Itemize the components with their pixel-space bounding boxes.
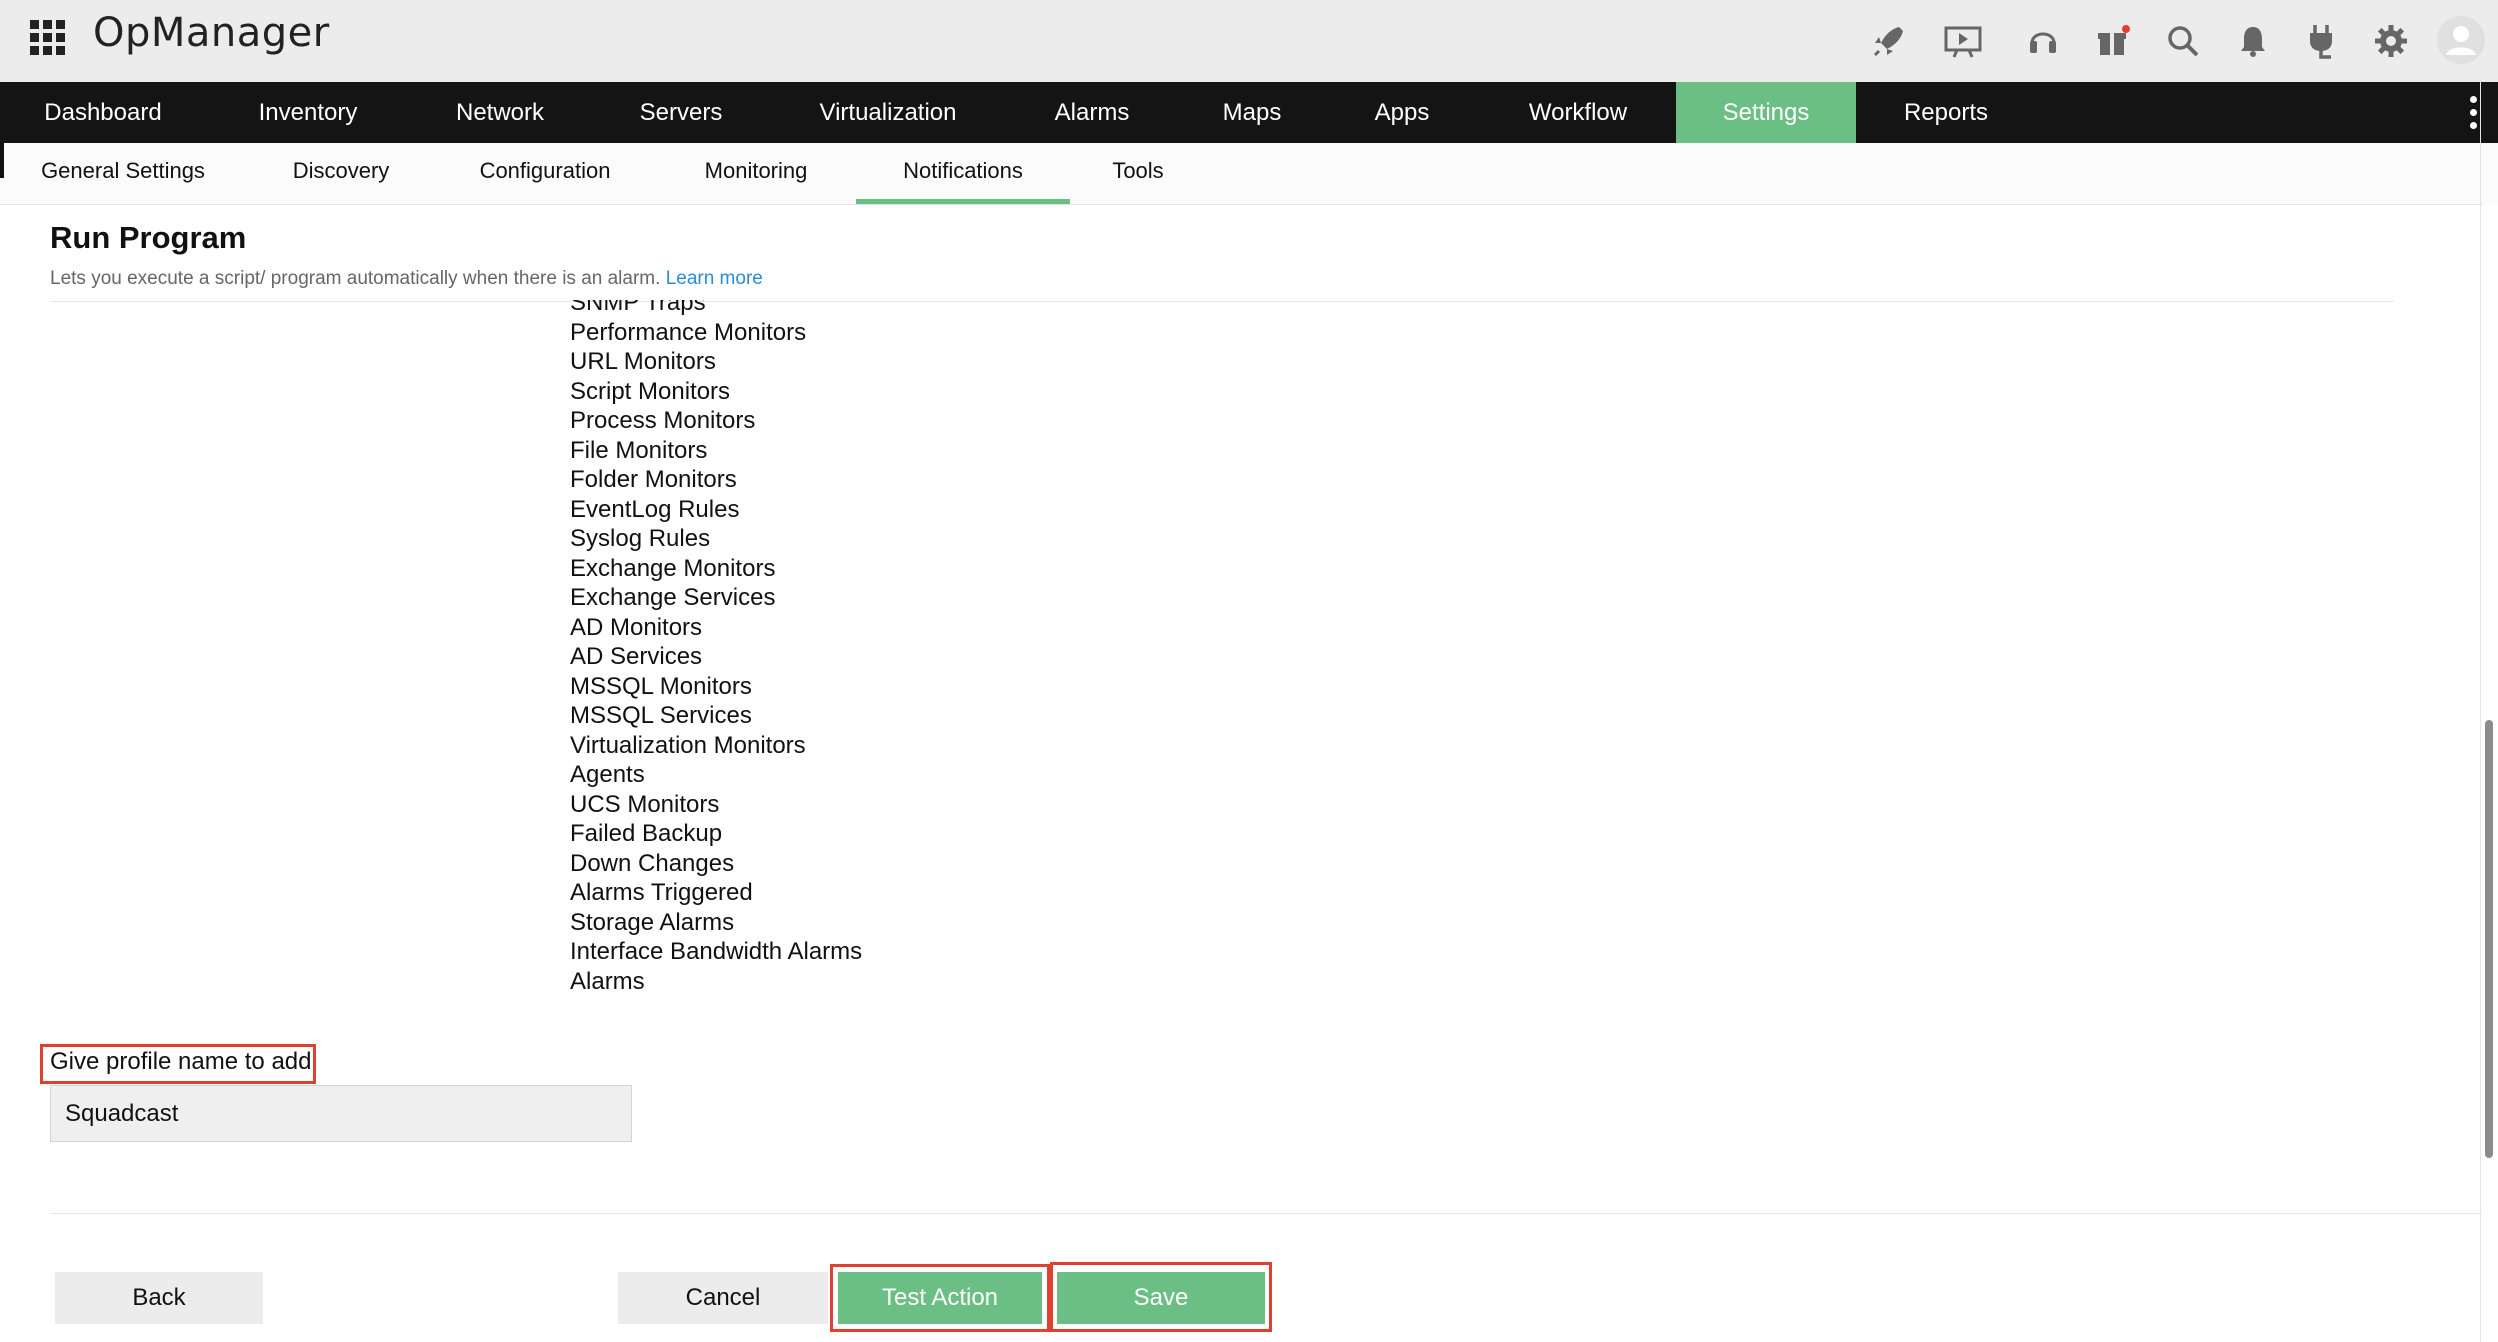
event-list-item[interactable]: Agents xyxy=(570,760,862,790)
event-list-item[interactable]: Process Monitors xyxy=(570,406,862,436)
top-bar: OpManager xyxy=(0,0,2498,82)
cancel-button[interactable]: Cancel xyxy=(618,1272,828,1324)
subnav-tools[interactable]: Tools xyxy=(1100,143,1176,204)
event-list-item[interactable]: UCS Monitors xyxy=(570,790,862,820)
headset-icon[interactable] xyxy=(2020,18,2066,64)
bell-icon[interactable] xyxy=(2230,18,2276,64)
subnav-general-settings[interactable]: General Settings xyxy=(20,143,226,204)
event-type-list[interactable]: SNMP Traps Performance Monitors URL Monito… xyxy=(570,300,1170,1006)
app-grid-icon[interactable] xyxy=(30,20,66,56)
gear-icon[interactable] xyxy=(2368,18,2414,64)
event-list-item[interactable]: MSSQL Monitors xyxy=(570,672,862,702)
profile-name-input[interactable] xyxy=(50,1085,632,1142)
nav-settings[interactable]: Settings xyxy=(1676,82,1856,143)
content-right-edge xyxy=(2480,82,2481,1342)
subnav-edge-marker xyxy=(0,143,4,178)
nav-dashboard[interactable]: Dashboard xyxy=(0,82,206,143)
event-list-item[interactable]: Alarms xyxy=(570,967,862,997)
back-button[interactable]: Back xyxy=(55,1272,263,1324)
event-list-item[interactable]: Exchange Monitors xyxy=(570,554,862,584)
gift-icon[interactable] xyxy=(2090,18,2136,64)
sub-navigation: General Settings Discovery Configuration… xyxy=(0,143,2498,205)
event-list-item[interactable]: Interface Bandwidth Alarms xyxy=(570,937,862,967)
event-list-item[interactable]: Failed Backup xyxy=(570,819,862,849)
nav-maps[interactable]: Maps xyxy=(1180,82,1324,143)
subnav-monitoring[interactable]: Monitoring xyxy=(690,143,822,204)
nav-servers[interactable]: Servers xyxy=(590,82,772,143)
event-list-item[interactable]: EventLog Rules xyxy=(570,495,862,525)
event-list-item[interactable]: AD Monitors xyxy=(570,613,862,643)
app-logo[interactable]: OpManager xyxy=(93,10,330,56)
page-title: Run Program xyxy=(50,220,247,255)
event-list-item[interactable]: Folder Monitors xyxy=(570,465,862,495)
nav-inventory[interactable]: Inventory xyxy=(206,82,410,143)
event-list-item[interactable]: Syslog Rules xyxy=(570,524,862,554)
search-icon[interactable] xyxy=(2160,18,2206,64)
event-list-item[interactable]: Performance Monitors xyxy=(570,318,862,348)
event-list-item[interactable]: URL Monitors xyxy=(570,347,862,377)
subnav-notifications[interactable]: Notifications xyxy=(856,143,1070,204)
learn-more-link[interactable]: Learn more xyxy=(666,268,763,289)
nav-network[interactable]: Network xyxy=(410,82,590,143)
event-list-item[interactable]: MSSQL Services xyxy=(570,701,862,731)
event-list-item[interactable]: Exchange Services xyxy=(570,583,862,613)
avatar-icon[interactable] xyxy=(2436,15,2486,65)
nav-workflow[interactable]: Workflow xyxy=(1480,82,1676,143)
plug-icon[interactable] xyxy=(2298,18,2344,64)
event-list-item[interactable]: Storage Alarms xyxy=(570,908,862,938)
subnav-configuration[interactable]: Configuration xyxy=(460,143,630,204)
test-action-button[interactable]: Test Action xyxy=(838,1272,1042,1324)
more-options-icon[interactable] xyxy=(2470,96,2478,130)
subnav-discovery[interactable]: Discovery xyxy=(270,143,412,204)
event-list-item[interactable]: Script Monitors xyxy=(570,377,862,407)
event-list-item[interactable]: Down Changes xyxy=(570,849,862,879)
nav-virtualization[interactable]: Virtualization xyxy=(772,82,1004,143)
rocket-icon[interactable] xyxy=(1866,18,1912,64)
nav-alarms[interactable]: Alarms xyxy=(1004,82,1180,143)
profile-name-label: Give profile name to add xyxy=(50,1048,312,1075)
footer-divider xyxy=(50,1213,2482,1214)
event-list-item[interactable]: File Monitors xyxy=(570,436,862,466)
nav-reports[interactable]: Reports xyxy=(1856,82,2036,143)
scrollbar-thumb[interactable] xyxy=(2485,720,2493,1158)
event-list-item[interactable]: SNMP Traps xyxy=(570,300,862,318)
nav-apps[interactable]: Apps xyxy=(1324,82,1480,143)
description-text: Lets you execute a script/ program autom… xyxy=(50,268,661,289)
main-navigation: Dashboard Inventory Network Servers Virt… xyxy=(0,82,2498,143)
event-list-item[interactable]: AD Services xyxy=(570,642,862,672)
presentation-icon[interactable] xyxy=(1940,18,1986,64)
save-button[interactable]: Save xyxy=(1057,1272,1265,1324)
event-list-item[interactable]: Alarms Triggered xyxy=(570,878,862,908)
header-divider xyxy=(50,301,2394,302)
page-description: Lets you execute a script/ program autom… xyxy=(50,268,763,290)
event-list-item[interactable]: Virtualization Monitors xyxy=(570,731,862,761)
